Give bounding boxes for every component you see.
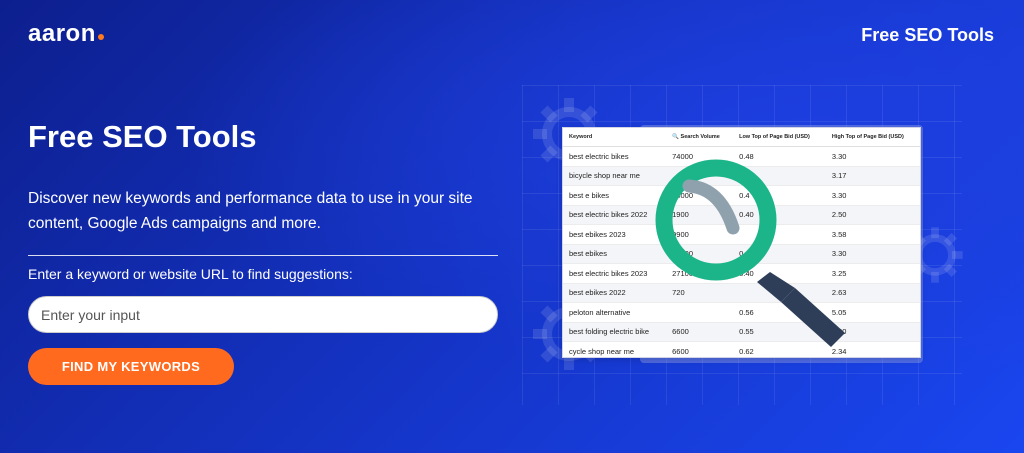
column-header: Low Top of Page Bid (USD) <box>733 128 826 147</box>
header-title: Free SEO Tools <box>861 25 994 45</box>
column-header: 🔍 Search Volume <box>666 128 734 147</box>
magnifying-glass-icon <box>655 159 845 347</box>
find-keywords-button[interactable]: FIND MY KEYWORDS <box>28 348 234 385</box>
search-volume-icon: 🔍 <box>672 134 679 140</box>
keyword-input[interactable] <box>28 296 498 333</box>
column-header: Keyword <box>563 128 667 147</box>
hero-description: Discover new keywords and performance da… <box>28 190 473 232</box>
logo-dot <box>97 34 104 40</box>
column-header: High Top of Page Bid (USD) <box>825 128 920 147</box>
aaron-logo[interactable]: aaron <box>28 20 104 48</box>
page-title: Free SEO Tools <box>28 119 257 154</box>
logo-text: aaron <box>28 20 96 47</box>
input-prompt: Enter a keyword or website URL to find s… <box>28 266 353 282</box>
divider <box>28 255 498 256</box>
hero-banner: aaron Free SEO Tools Free SEO Tools Disc… <box>0 0 1024 453</box>
